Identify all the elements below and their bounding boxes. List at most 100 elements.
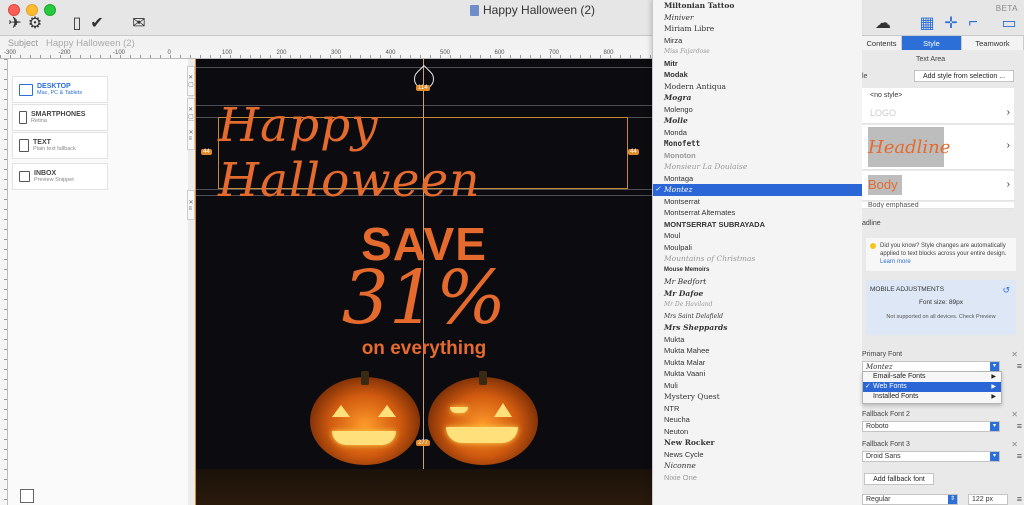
font-item-miltonian-tattoo[interactable]: Miltonian Tattoo xyxy=(653,0,862,12)
row-handle[interactable]: ✕ ▢ xyxy=(187,66,195,96)
dropdown-arrow-icon: ▾ xyxy=(990,362,999,371)
font-item-moul[interactable]: Moul xyxy=(653,230,862,242)
device-smartphones[interactable]: SMARTPHONES Retina xyxy=(12,104,108,131)
devices-icon[interactable]: ▯ xyxy=(66,12,88,34)
cloud-icon[interactable]: ☁ xyxy=(872,12,894,34)
submenu-web-fonts[interactable]: ✓ Web Fonts ▶ xyxy=(863,382,1001,392)
style-label: le xyxy=(862,73,868,80)
font-size-input[interactable]: 122 px xyxy=(968,494,1008,505)
remove-primary-font-icon[interactable]: ✕ xyxy=(1011,350,1018,359)
font-weight-select[interactable]: Regular ⇕ xyxy=(862,494,958,505)
percent-text[interactable]: 31% xyxy=(196,255,652,341)
inspector-tabs: Contents Style Teamwork xyxy=(862,36,1024,50)
font-item-news-cycle[interactable]: News Cycle xyxy=(653,449,862,461)
drag-handle-icon[interactable]: ≡ xyxy=(1017,494,1022,504)
fallback-font-2-select[interactable]: Roboto ▾ xyxy=(862,421,1000,432)
subject-input[interactable]: Happy Halloween (2) xyxy=(46,38,135,49)
font-item-modak[interactable]: Modak xyxy=(653,69,862,81)
row-handle[interactable]: ✕ ≡ xyxy=(187,120,195,150)
font-item-mitr[interactable]: Mitr xyxy=(653,58,862,70)
panel-toggle-icon[interactable]: ▭ xyxy=(998,12,1020,34)
font-item-moulpali[interactable]: Moulpali xyxy=(653,242,862,254)
dropdown-arrow-icon: ▾ xyxy=(990,422,999,431)
remove-fallback-3-icon[interactable]: ✕ xyxy=(1011,440,1018,449)
style-item-headline[interactable]: Headline › xyxy=(862,125,1014,170)
font-item-montserrat-subrayada[interactable]: MONTSERRAT SUBRAYADA xyxy=(653,219,862,231)
email-canvas[interactable]: 114 44 44 Happy Halloween SAVE 31% on ev… xyxy=(196,59,652,505)
text-area-label: Text Area xyxy=(916,56,946,63)
font-item-mukta-malar[interactable]: Mukta Malar xyxy=(653,357,862,369)
device-text[interactable]: TEXT Plain text fallback xyxy=(12,132,108,159)
font-item-montez[interactable]: ✓ Montez xyxy=(653,184,862,196)
tab-teamwork[interactable]: Teamwork xyxy=(962,36,1024,50)
font-item-mirza[interactable]: Mirza xyxy=(653,35,862,47)
font-item-neuton[interactable]: Neuton xyxy=(653,426,862,438)
font-item-mouse-memoirs[interactable]: Mouse Memoirs xyxy=(653,265,862,277)
font-size-value[interactable]: 89px xyxy=(949,299,963,306)
row-handle[interactable]: ✕ ≡ xyxy=(187,190,195,220)
font-item-mrs-sheppards[interactable]: Mrs Sheppards xyxy=(653,322,862,334)
font-item-miss-fajardose[interactable]: Miss Fajardose xyxy=(653,46,862,58)
corner-icon[interactable]: ⌐ xyxy=(962,12,984,34)
tab-contents[interactable]: Contents xyxy=(862,36,902,50)
font-item-montserrat[interactable]: Montserrat xyxy=(653,196,862,208)
font-item-monda[interactable]: Monda xyxy=(653,127,862,139)
on-everything-text[interactable]: on everything xyxy=(196,338,652,360)
pumpkin-left-image xyxy=(310,371,420,465)
font-dropdown-menu[interactable]: Miltonian Tattoo Miniver Miriam Libre Mirza… xyxy=(652,0,862,505)
font-item-mr-de-haviland[interactable]: Mr De Haviland xyxy=(653,299,862,311)
headline-text[interactable]: Happy Halloween xyxy=(218,98,628,208)
font-item-nixie-one[interactable]: Nixie One xyxy=(653,472,862,484)
style-item-logo[interactable]: LOGO › xyxy=(862,104,1014,124)
ruler-label: 700 xyxy=(549,50,560,56)
font-item-mukta-mahee[interactable]: Mukta Mahee xyxy=(653,345,862,357)
font-item-molengo[interactable]: Molengo xyxy=(653,104,862,116)
font-item-ntr[interactable]: NTR xyxy=(653,403,862,415)
drag-handle-icon[interactable]: ≡ xyxy=(1017,421,1022,431)
tab-style[interactable]: Style xyxy=(902,36,962,50)
fallback-font-3-select[interactable]: Droid Sans ▾ xyxy=(862,451,1000,462)
font-item-mountains-of-christmas[interactable]: Mountains of Christmas xyxy=(653,253,862,265)
font-item-miriam-libre[interactable]: Miriam Libre xyxy=(653,23,862,35)
font-item-miniver[interactable]: Miniver xyxy=(653,12,862,24)
add-style-button[interactable]: Add style from selection ... xyxy=(914,70,1014,82)
learn-more-link[interactable]: Learn more xyxy=(880,259,911,265)
submenu-installed-fonts[interactable]: Installed Fonts ▶ xyxy=(863,392,1001,402)
font-item-montserrat-alternates[interactable]: Montserrat Alternates xyxy=(653,207,862,219)
device-inbox[interactable]: INBOX Preview Snippet xyxy=(12,163,108,190)
font-item-molle[interactable]: Molle xyxy=(653,115,862,127)
font-item-monoton[interactable]: Monoton xyxy=(653,150,862,162)
font-item-muli[interactable]: Muli xyxy=(653,380,862,392)
chat-icon[interactable]: ✉ xyxy=(128,12,150,34)
font-item-mogra[interactable]: Mogra xyxy=(653,92,862,104)
drag-handle-icon[interactable]: ≡ xyxy=(1017,361,1022,371)
layout-icon[interactable]: ▦ xyxy=(916,12,938,34)
device-desktop[interactable]: DESKTOP Mac, PC & Tablets xyxy=(12,76,108,103)
font-item-mukta[interactable]: Mukta xyxy=(653,334,862,346)
font-item-modern-antiqua[interactable]: Modern Antiqua xyxy=(653,81,862,93)
font-item-mystery-quest[interactable]: Mystery Quest xyxy=(653,391,862,403)
drag-handle-icon[interactable]: ≡ xyxy=(1017,451,1022,461)
font-item-new-rocker[interactable]: New Rocker xyxy=(653,437,862,449)
font-item-montaga[interactable]: Montaga xyxy=(653,173,862,185)
send-icon[interactable]: ✈ xyxy=(4,12,26,34)
font-item-monsieur-la-doulaise[interactable]: Monsieur La Doulaise xyxy=(653,161,862,173)
font-item-mukta-vaani[interactable]: Mukta Vaani xyxy=(653,368,862,380)
font-item-niconne[interactable]: Niconne xyxy=(653,460,862,472)
align-icon[interactable]: ✛ xyxy=(940,12,962,34)
font-item-mrs-saint-delafield[interactable]: Mrs Saint Delafield xyxy=(653,311,862,323)
font-item-mr-bedfort[interactable]: Mr Bedfort xyxy=(653,276,862,288)
gear-check-icon[interactable]: ⚙ xyxy=(24,12,46,34)
style-item-body[interactable]: Body › xyxy=(862,171,1014,201)
layers-icon[interactable] xyxy=(20,489,34,503)
add-fallback-font-button[interactable]: Add fallback font xyxy=(864,473,934,485)
submenu-email-safe-fonts[interactable]: Email-safe Fonts ▶ xyxy=(863,372,1001,382)
remove-fallback-2-icon[interactable]: ✕ xyxy=(1011,410,1018,419)
font-item-mr-dafoe[interactable]: Mr Dafoe xyxy=(653,288,862,300)
style-item-body-emphased[interactable]: Body emphased xyxy=(862,202,1014,209)
horizontal-ruler: -300-200-1000100200300400500600700800900 xyxy=(0,50,668,59)
font-item-monofett[interactable]: Monofett xyxy=(653,138,862,150)
check-circle-icon[interactable]: ✔ xyxy=(86,12,108,34)
font-item-neucha[interactable]: Neucha xyxy=(653,414,862,426)
undo-icon[interactable]: ↺ xyxy=(1002,285,1010,296)
